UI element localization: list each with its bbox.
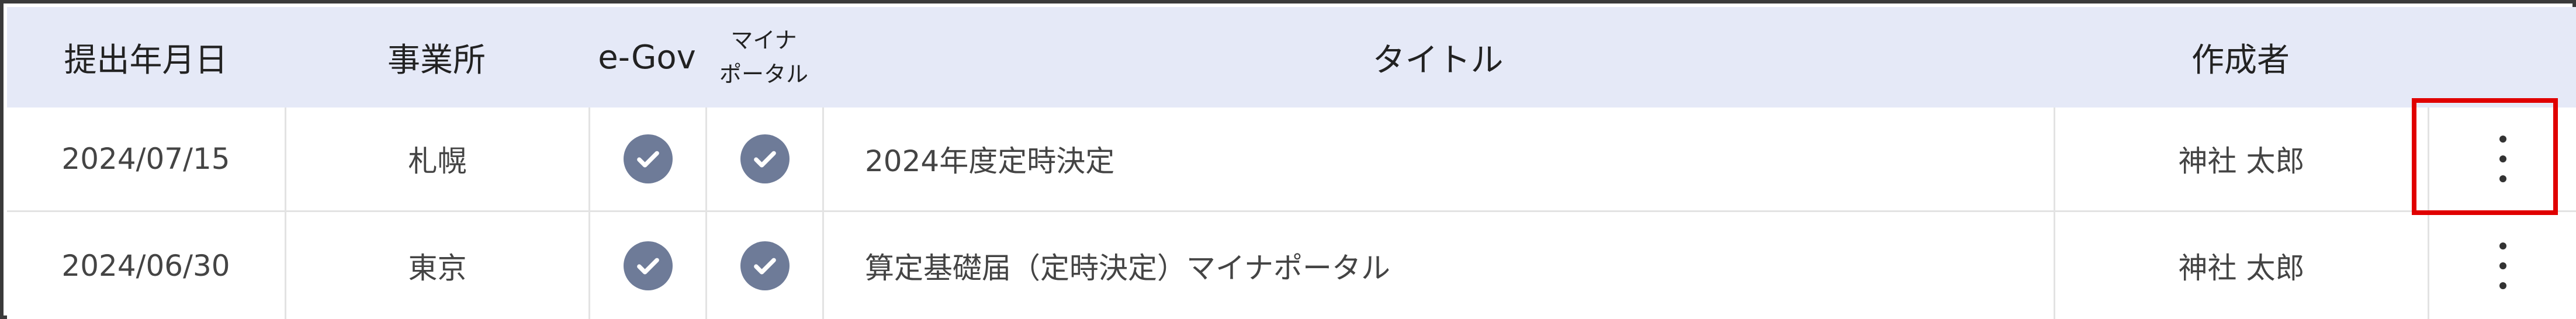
submission-table: 提出年月日 事業所 e-Gov マイナ ポータル タイトル 作成者 2024/0… (0, 0, 2576, 319)
row-egov-status (590, 108, 705, 210)
row-mynaportal-status (707, 212, 822, 319)
highlight-box (2412, 98, 2558, 215)
table-row[interactable]: 2024/07/15 札幌 2024年度定時決定 神社 太郎 (7, 108, 2576, 212)
header-mynaportal-line1: マイナ (730, 27, 797, 53)
row-date: 2024/06/30 (61, 248, 230, 283)
more-vertical-icon[interactable] (2485, 237, 2520, 295)
row-office: 東京 (408, 251, 467, 285)
row-mynaportal-status (707, 108, 822, 210)
check-circle-icon (740, 241, 790, 290)
header-mynaportal: マイナ ポータル (705, 7, 822, 108)
check-circle-icon (740, 134, 790, 183)
table-row[interactable]: 2024/06/30 東京 算定基礎届（定時決定）マイナポータル 神社 太郎 (7, 212, 2576, 319)
row-title[interactable]: 算定基礎届（定時決定）マイナポータル (824, 212, 2054, 319)
header-date: 提出年月日 (64, 41, 228, 79)
row-title[interactable]: 2024年度定時決定 (824, 108, 2054, 210)
header-office: 事業所 (387, 41, 486, 79)
row-actions (2429, 212, 2576, 319)
table-header: 提出年月日 事業所 e-Gov マイナ ポータル タイトル 作成者 (7, 7, 2576, 108)
row-office: 札幌 (408, 144, 467, 178)
header-author: 作成者 (2191, 41, 2290, 79)
row-date: 2024/07/15 (61, 142, 230, 176)
header-mynaportal-line2: ポータル (719, 61, 808, 87)
row-author: 神社 太郎 (2178, 251, 2305, 285)
check-circle-icon (623, 134, 673, 183)
row-egov-status (590, 212, 705, 319)
check-circle-icon (623, 241, 673, 290)
header-egov: e-Gov (598, 38, 696, 77)
row-author: 神社 太郎 (2178, 144, 2305, 178)
header-title: タイトル (1372, 41, 1504, 79)
